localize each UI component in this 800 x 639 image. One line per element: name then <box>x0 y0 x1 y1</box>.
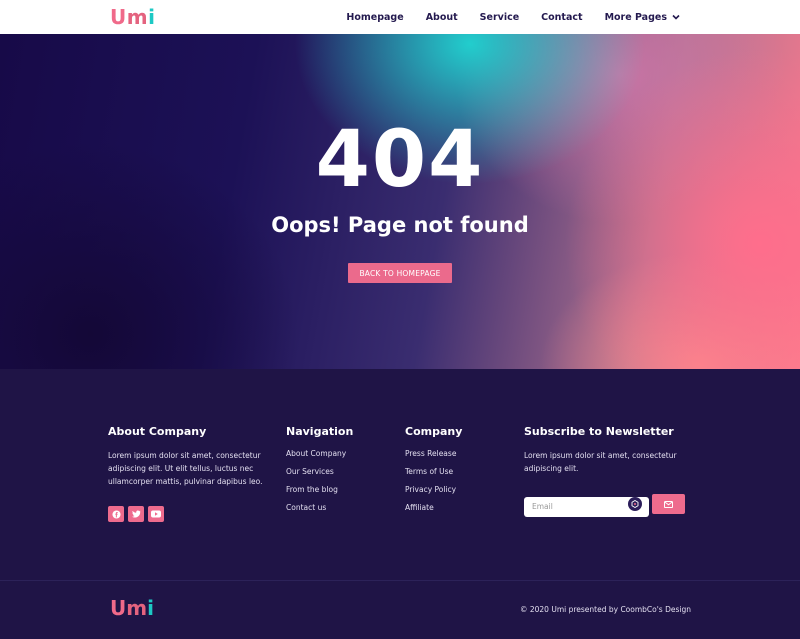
footer-logo-letter-u: U <box>110 596 127 620</box>
newsletter-form <box>524 494 685 517</box>
footer-company-title: Company <box>405 425 463 438</box>
footer-link-terms-of-use[interactable]: Terms of Use <box>405 467 505 476</box>
error-message: Oops! Page not found <box>271 213 529 237</box>
footer-logo-letter-i: i <box>147 596 154 620</box>
site-footer: About Company Lorem ipsum dolor sit amet… <box>0 369 800 639</box>
footer-company: Company Press Release Terms of Use Priva… <box>405 425 505 521</box>
logo-letter-m: m <box>126 5 149 29</box>
footer-link-privacy-policy[interactable]: Privacy Policy <box>405 485 505 494</box>
footer-about-title: About Company <box>108 425 207 438</box>
footer-link-our-services[interactable]: Our Services <box>286 467 386 476</box>
facebook-icon[interactable] <box>108 506 124 522</box>
footer-newsletter-text: Lorem ipsum dolor sit amet, consectetur … <box>524 451 677 473</box>
nav-contact[interactable]: Contact <box>541 12 582 23</box>
main-nav: Homepage About Service Contact More Page… <box>324 0 680 34</box>
logo-letter-u: U <box>110 5 127 29</box>
logo-letter-i: i <box>148 5 156 29</box>
extension-icon[interactable] <box>628 497 642 511</box>
footer-about: About Company Lorem ipsum dolor sit amet… <box>108 425 268 488</box>
logo[interactable]: Umi <box>110 6 155 28</box>
footer-newsletter: Subscribe to Newsletter Lorem ipsum dolo… <box>524 425 694 475</box>
social-links <box>108 506 168 522</box>
nav-more-pages[interactable]: More Pages <box>605 12 680 23</box>
footer-about-text: Lorem ipsum dolor sit amet, consectetur … <box>108 451 263 486</box>
nav-about[interactable]: About <box>426 12 458 23</box>
twitter-icon[interactable] <box>128 506 144 522</box>
footer-logo[interactable]: Umi <box>110 597 154 619</box>
back-to-homepage-button[interactable]: BACK TO HOMEPAGE <box>348 263 452 283</box>
footer-divider <box>0 580 800 581</box>
footer-link-from-the-blog[interactable]: From the blog <box>286 485 386 494</box>
nav-more-pages-label: More Pages <box>604 11 667 23</box>
footer-logo-letter-m: m <box>126 596 148 620</box>
nav-service[interactable]: Service <box>480 12 520 23</box>
footer-link-contact-us[interactable]: Contact us <box>286 503 386 512</box>
site-header: Umi Homepage About Service Contact More … <box>0 0 800 34</box>
footer-link-press-release[interactable]: Press Release <box>405 449 505 458</box>
footer-link-affiliate[interactable]: Affiliate <box>405 503 505 512</box>
copyright-text: © 2020 Umi presented by CoombCo's Design <box>519 605 691 614</box>
youtube-icon[interactable] <box>148 506 164 522</box>
footer-navigation-title: Navigation <box>286 425 354 438</box>
footer-link-about-company[interactable]: About Company <box>286 449 386 458</box>
hero-404: 404 Oops! Page not found BACK TO HOMEPAG… <box>0 34 800 369</box>
envelope-icon <box>664 500 673 508</box>
subscribe-button[interactable] <box>652 494 685 514</box>
footer-navigation: Navigation About Company Our Services Fr… <box>286 425 386 521</box>
footer-newsletter-title: Subscribe to Newsletter <box>524 425 674 438</box>
error-code: 404 <box>315 115 485 205</box>
nav-homepage[interactable]: Homepage <box>346 12 403 23</box>
chevron-down-icon <box>672 14 680 20</box>
